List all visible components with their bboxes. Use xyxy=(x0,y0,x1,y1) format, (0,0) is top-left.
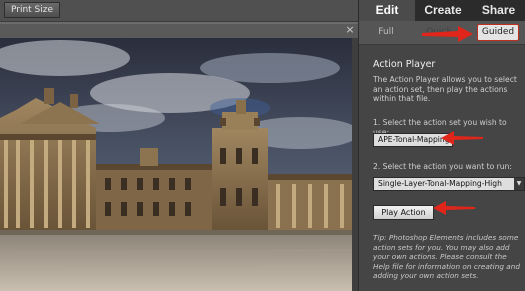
action-player-description: The Action Player allows you to select a… xyxy=(373,75,517,103)
chevron-down-icon[interactable]: ▼ xyxy=(514,178,524,190)
print-size-button[interactable]: Print Size xyxy=(4,2,60,18)
step2-label: 2. Select the action you want to run: xyxy=(373,162,512,171)
tip-text: Tip: Photoshop Elements includes some ac… xyxy=(373,233,520,281)
play-action-button[interactable]: Play Action xyxy=(373,205,434,220)
subtab-guided[interactable]: Guided xyxy=(477,24,519,41)
action-set-field[interactable]: APE-Tonal-Mapping xyxy=(373,133,453,147)
action-player-title: Action Player xyxy=(373,59,436,70)
edit-subtabs: Full Quick Guided xyxy=(359,21,525,45)
document-divider xyxy=(0,22,358,24)
subtab-full[interactable]: Full xyxy=(371,24,401,41)
action-select-value: Single-Layer-Tonal-Mapping-High xyxy=(378,179,502,188)
document-photo xyxy=(0,38,358,291)
right-panel: Edit Create Share Full Quick Guided Acti… xyxy=(358,0,525,291)
subtab-quick[interactable]: Quick xyxy=(421,24,457,41)
guided-panel: Action Player The Action Player allows y… xyxy=(359,45,525,291)
tab-share[interactable]: Share xyxy=(471,0,525,21)
tab-edit[interactable]: Edit xyxy=(359,0,415,21)
action-select[interactable]: Single-Layer-Tonal-Mapping-High ▼ xyxy=(373,177,525,191)
mode-tabs: Edit Create Share xyxy=(359,0,525,21)
document-area: Print Size × xyxy=(0,0,358,291)
close-icon[interactable]: × xyxy=(344,24,356,36)
options-bar: Print Size xyxy=(0,0,358,22)
tab-create[interactable]: Create xyxy=(415,0,471,21)
